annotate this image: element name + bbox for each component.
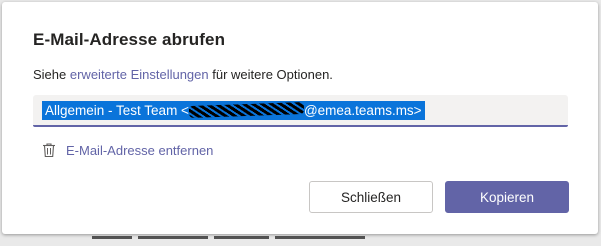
remove-email-address-link[interactable]: E-Mail-Adresse entfernen (42, 141, 213, 159)
dialog-description: Siehe erweiterte Einstellungen für weite… (33, 67, 333, 82)
remove-email-address-label: E-Mail-Adresse entfernen (66, 142, 214, 158)
description-suffix: für weitere Optionen. (208, 67, 333, 82)
description-prefix: Siehe (33, 67, 70, 82)
email-address-selected-text[interactable]: Allgemein - Test Team < @emea.teams.ms> (42, 101, 425, 120)
copy-button[interactable]: Kopieren (445, 181, 569, 213)
email-prefix-text: Allgemein - Test Team < (45, 103, 189, 118)
close-button[interactable]: Schließen (309, 181, 433, 213)
redacted-scribble (188, 102, 305, 119)
background-window-text (92, 236, 392, 242)
get-email-address-dialog: E-Mail-Adresse abrufen Siehe erweiterte … (2, 2, 598, 234)
trash-icon (42, 142, 56, 158)
email-address-field[interactable]: Allgemein - Test Team < @emea.teams.ms> (33, 95, 568, 127)
advanced-settings-link[interactable]: erweiterte Einstellungen (70, 67, 209, 82)
dialog-title: E-Mail-Adresse abrufen (33, 30, 226, 49)
email-suffix-text: @emea.teams.ms> (303, 103, 422, 118)
